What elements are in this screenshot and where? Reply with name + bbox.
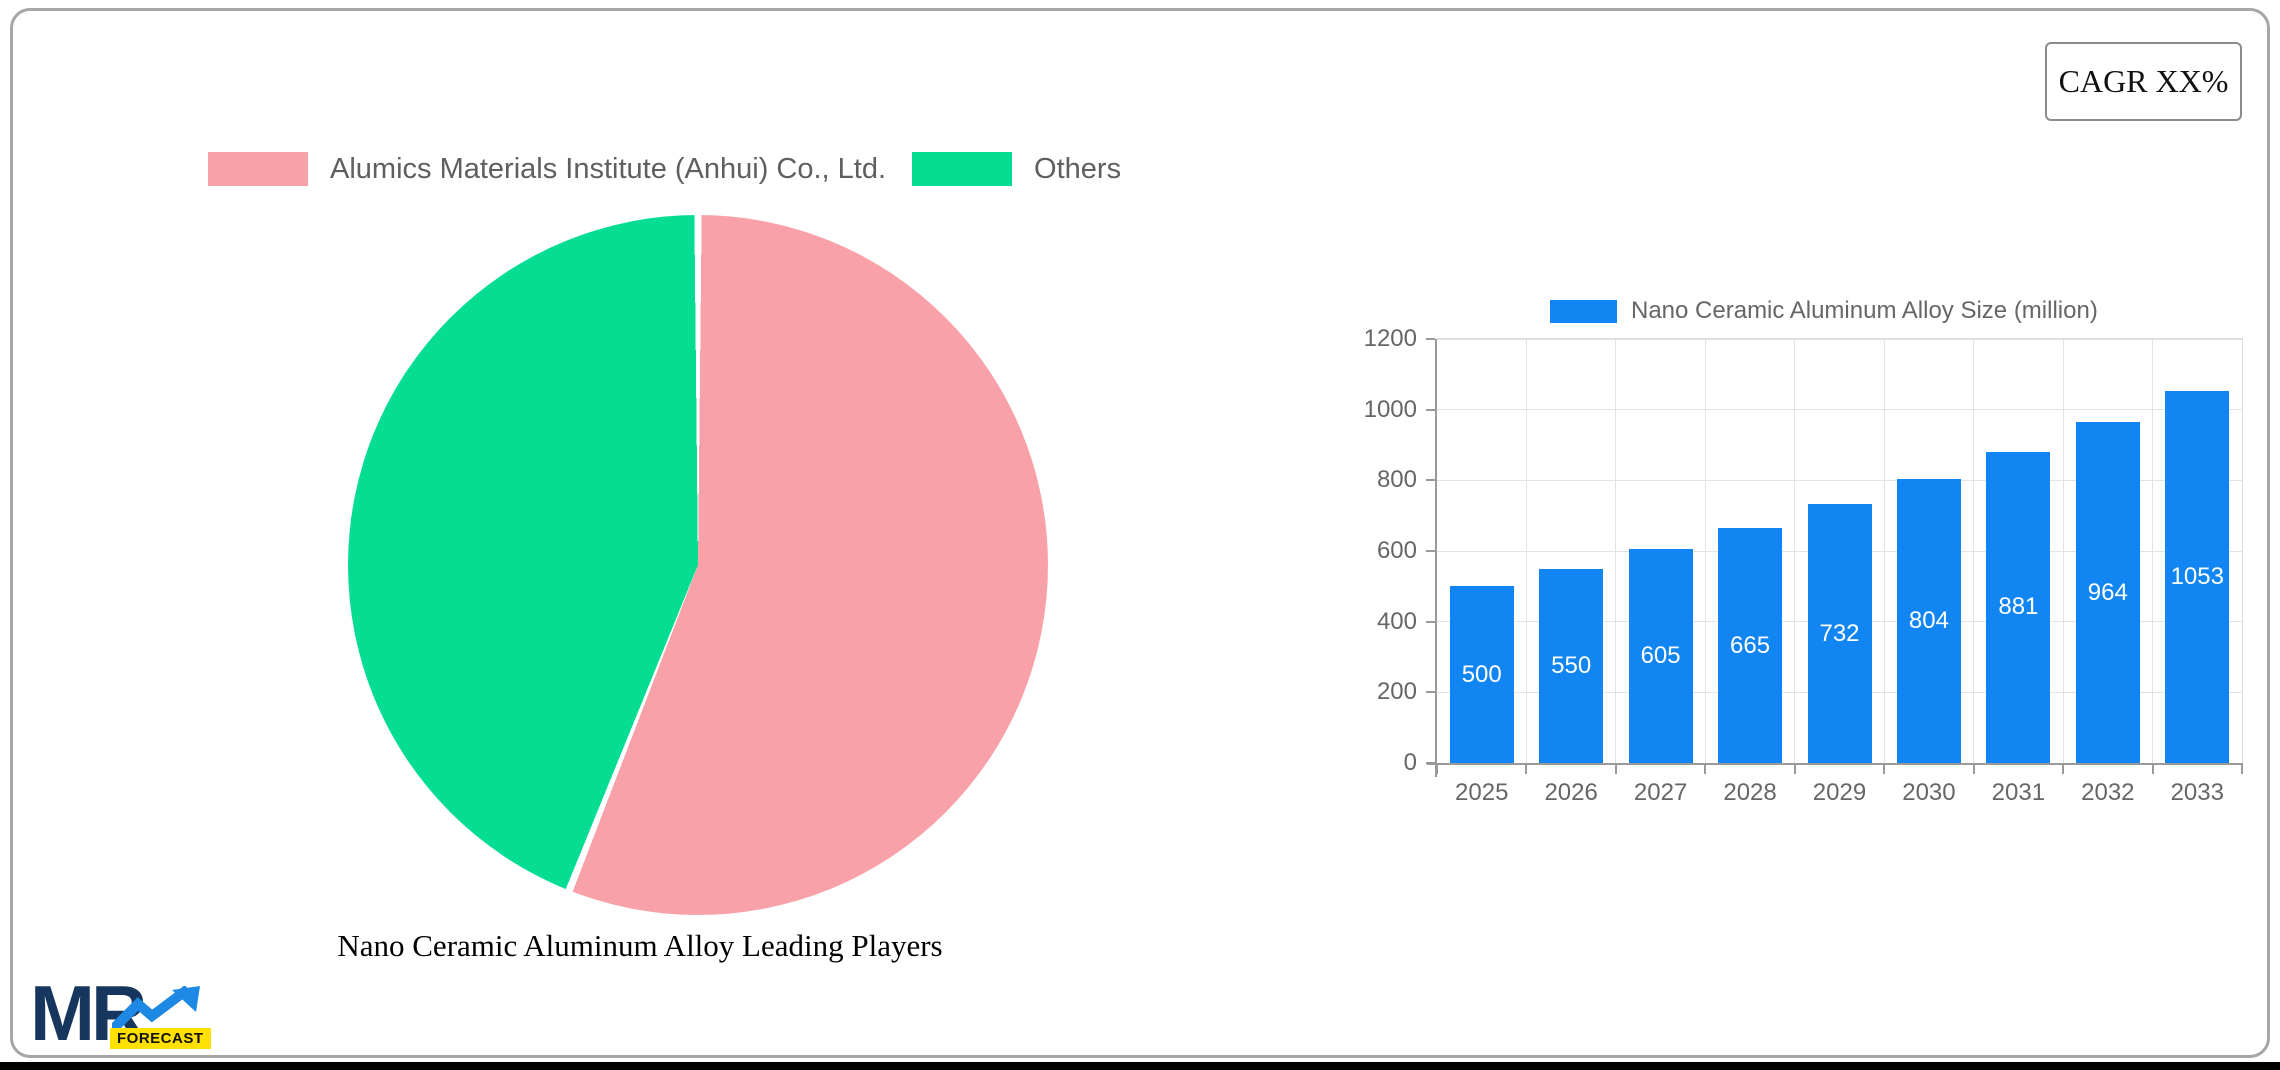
x-axis-line	[1427, 763, 2243, 765]
gridline-v	[1794, 339, 1796, 763]
gridline-v	[1883, 339, 1885, 763]
y-tick-label: 600	[1376, 537, 1417, 564]
y-axis-tick	[1426, 691, 1435, 694]
bar-value-label: 550	[1551, 651, 1592, 679]
bar-legend-swatch	[1550, 299, 1617, 323]
pie-legend: Alumics Materials Institute (Anhui) Co.,…	[208, 152, 1121, 186]
bar-legend-label: Nano Ceramic Aluminum Alloy Size (millio…	[1631, 297, 2098, 324]
x-axis-tick	[2151, 765, 2154, 774]
legend-swatch-alumics	[208, 152, 308, 186]
x-axis-tick	[2241, 765, 2243, 774]
y-tick-label: 1000	[1363, 395, 1417, 423]
gridline-h	[1437, 409, 2242, 411]
y-axis-tick	[1426, 479, 1435, 482]
bar-value-label: 605	[1640, 642, 1681, 670]
x-axis-tick	[1614, 765, 1617, 774]
x-axis-tick	[1704, 765, 1707, 774]
mr-forecast-logo: MR FORECAST	[30, 972, 230, 1056]
legend-swatch-others	[912, 152, 1013, 186]
x-tick-label: 2025	[1455, 779, 1509, 806]
x-tick-label: 2032	[2081, 779, 2135, 806]
y-axis-tick	[1426, 620, 1435, 623]
y-tick-label: 1200	[1363, 325, 1417, 352]
legend-item-others[interactable]: Others	[912, 152, 1121, 186]
gridline-v	[2152, 339, 2154, 763]
bar-value-label: 881	[1998, 593, 2039, 621]
trend-arrow-icon	[112, 986, 200, 1030]
legend-label-others: Others	[1034, 152, 1122, 185]
y-axis-tick	[1426, 762, 1435, 764]
x-tick-label: 2031	[1991, 779, 2046, 806]
bar-value-label: 732	[1819, 619, 1860, 647]
cagr-badge: CAGR XX%	[2045, 42, 2242, 121]
y-tick-label: 800	[1376, 466, 1417, 494]
bottom-black-strip	[0, 1062, 2280, 1070]
gridline-v	[1615, 339, 1617, 763]
bar-value-label: 665	[1730, 631, 1771, 659]
pie-chart	[348, 215, 1048, 915]
gridline-h	[1437, 338, 2242, 340]
y-tick-label: 0	[1403, 749, 1417, 776]
x-tick-label: 2029	[1812, 779, 1867, 806]
x-axis-tick	[1972, 765, 1975, 774]
bar-legend-item[interactable]: Nano Ceramic Aluminum Alloy Size (millio…	[1550, 297, 2098, 325]
gridline-v	[1704, 339, 1706, 763]
gridline-v	[2062, 339, 2064, 763]
gridline-v	[1973, 339, 1975, 763]
x-tick-label: 2026	[1544, 779, 1598, 806]
legend-label-alumics: Alumics Materials Institute (Anhui) Co.,…	[330, 152, 887, 185]
cagr-label: CAGR XX%	[2058, 63, 2229, 99]
y-axis-line	[1435, 339, 1437, 777]
x-tick-label: 2030	[1902, 779, 1956, 806]
report-chart-canvas: CAGR XX% Alumics Materials Institute (An…	[0, 0, 2280, 1070]
bar-value-label: 964	[2087, 578, 2128, 606]
y-tick-label: 400	[1376, 607, 1417, 635]
y-tick-label: 200	[1376, 678, 1417, 706]
x-axis-tick	[1436, 765, 1438, 774]
x-axis-tick	[1793, 765, 1796, 774]
legend-item-alumics[interactable]: Alumics Materials Institute (Anhui) Co.,…	[208, 152, 886, 186]
x-tick-label: 2027	[1633, 779, 1688, 806]
x-tick-label: 2033	[2170, 779, 2224, 806]
y-axis-tick	[1426, 550, 1435, 552]
y-axis-tick	[1426, 408, 1435, 411]
pie-chart-title: Nano Ceramic Aluminum Alloy Leading Play…	[337, 928, 943, 963]
x-axis-tick	[1525, 765, 1528, 774]
bar-value-label: 500	[1461, 660, 1502, 688]
logo-forecast-badge: FORECAST	[110, 1028, 211, 1049]
bar-chart-plot-area: 0 200 400 600 800 1000 1200 500 2025 550 2026 605 20…	[1364, 325, 2243, 806]
bar-value-label: 804	[1908, 606, 1949, 634]
gridline-v	[1525, 339, 1527, 763]
bar-value-label: 1053	[2170, 562, 2224, 590]
y-axis-tick	[1426, 338, 1435, 340]
x-tick-label: 2028	[1723, 779, 1777, 806]
x-axis-tick	[1883, 765, 1886, 774]
x-axis-tick	[2062, 765, 2065, 774]
